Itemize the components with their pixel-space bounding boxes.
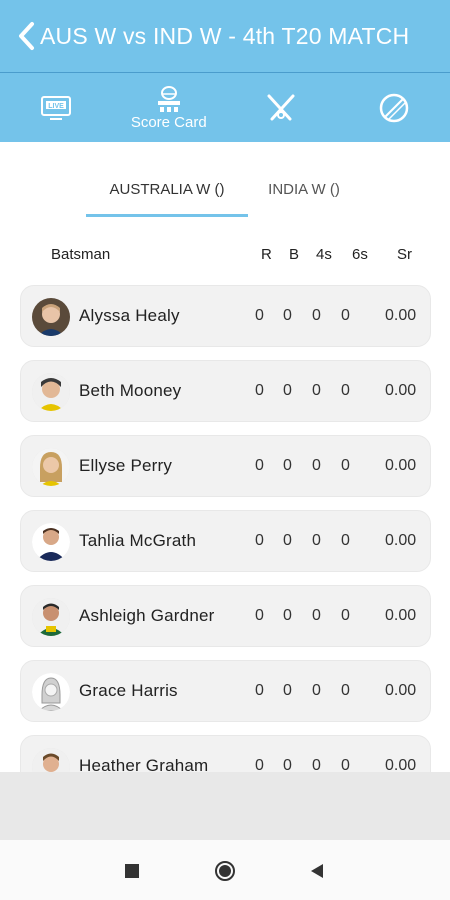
page-title: AUS W vs IND W - 4th T20 MATCH <box>40 22 410 49</box>
avatar <box>32 448 70 486</box>
table-row[interactable]: Ashleigh Gardner 0 0 0 0 0.00 <box>20 585 431 647</box>
player-name: Beth Mooney <box>79 381 182 400</box>
sixes-value: 0 <box>341 382 350 399</box>
player-name: Tahlia McGrath <box>79 531 197 550</box>
fours-value: 0 <box>312 307 321 324</box>
sixes-value: 0 <box>341 532 350 549</box>
cricket-ball-icon <box>379 93 408 122</box>
player-name: Ashleigh Gardner <box>79 606 215 625</box>
back-button[interactable] <box>0 0 40 72</box>
column-batsman: Batsman <box>51 246 111 263</box>
tab-australia-w[interactable]: AUSTRALIA W () <box>86 160 248 218</box>
team-tabs: AUSTRALIA W () INDIA W () <box>0 160 450 218</box>
runs-value: 0 <box>255 682 264 699</box>
column-strike-rate: Sr <box>397 246 412 263</box>
home-circle-icon <box>215 861 235 881</box>
sixes-value: 0 <box>341 607 350 624</box>
player-name: Ellyse Perry <box>79 456 173 475</box>
player-name: Grace Harris <box>79 681 178 700</box>
tab-squads[interactable] <box>225 73 338 142</box>
table-row[interactable]: Beth Mooney 0 0 0 0 0.00 <box>20 360 431 422</box>
fours-value: 0 <box>312 682 321 699</box>
player-name: Alyssa Healy <box>79 306 180 325</box>
runs-value: 0 <box>255 382 264 399</box>
selected-tab-indicator <box>86 214 248 217</box>
runs-value: 0 <box>255 532 264 549</box>
balls-value: 0 <box>283 307 292 324</box>
avatar <box>32 673 70 711</box>
fours-value: 0 <box>312 607 321 624</box>
runs-value: 0 <box>255 457 264 474</box>
table-row[interactable]: Ellyse Perry 0 0 0 0 0.00 <box>20 435 431 497</box>
tab-india-w[interactable]: INDIA W () <box>248 160 360 218</box>
scoreboard-icon <box>157 85 180 112</box>
strike-rate-value: 0.00 <box>385 382 417 399</box>
avatar <box>32 298 70 336</box>
crossed-bats-icon <box>267 94 295 120</box>
strike-rate-value: 0.00 <box>385 532 417 549</box>
home-button[interactable] <box>214 860 236 882</box>
fours-value: 0 <box>312 382 321 399</box>
balls-value: 0 <box>283 532 292 549</box>
balls-value: 0 <box>283 607 292 624</box>
table-row[interactable]: Tahlia McGrath 0 0 0 0 0.00 <box>20 510 431 572</box>
sixes-value: 0 <box>341 682 350 699</box>
section-toolbar: LIVE Score Card <box>0 72 450 142</box>
column-sixes: 6s <box>352 246 368 263</box>
balls-value: 0 <box>283 457 292 474</box>
fours-value: 0 <box>312 457 321 474</box>
runs-value: 0 <box>255 607 264 624</box>
avatar <box>32 373 70 411</box>
strike-rate-value: 0.00 <box>385 682 417 699</box>
balls-value: 0 <box>283 382 292 399</box>
app-header: AUS W vs IND W - 4th T20 MATCH <box>0 0 450 72</box>
system-nav-bar <box>0 840 450 900</box>
tab-score-card[interactable]: Score Card <box>113 73 226 142</box>
chevron-left-icon <box>19 22 34 50</box>
recents-button[interactable] <box>121 860 143 882</box>
live-tv-icon: LIVE <box>41 95 72 120</box>
score-card-label: Score Card <box>130 113 207 131</box>
recents-square-icon <box>125 864 139 878</box>
table-row[interactable]: Grace Harris 0 0 0 0 0.00 <box>20 660 431 722</box>
fours-value: 0 <box>312 532 321 549</box>
strike-rate-value: 0.00 <box>385 307 417 324</box>
bottom-panel <box>0 772 450 840</box>
back-triangle-icon <box>311 864 323 878</box>
runs-value: 0 <box>255 307 264 324</box>
strike-rate-value: 0.00 <box>385 457 417 474</box>
table-row[interactable]: Alyssa Healy 0 0 0 0 0.00 <box>20 285 431 347</box>
strike-rate-value: 0.00 <box>385 607 417 624</box>
system-back-button[interactable] <box>306 860 328 882</box>
column-fours: 4s <box>316 246 332 263</box>
sixes-value: 0 <box>341 457 350 474</box>
balls-value: 0 <box>283 682 292 699</box>
tab-ball-by-ball[interactable] <box>338 73 450 142</box>
column-runs: R <box>261 246 272 263</box>
avatar <box>32 523 70 561</box>
column-balls: B <box>289 246 300 263</box>
avatar <box>32 598 70 636</box>
tab-live[interactable]: LIVE <box>0 73 113 142</box>
svg-text:LIVE: LIVE <box>48 103 64 110</box>
sixes-value: 0 <box>341 307 350 324</box>
